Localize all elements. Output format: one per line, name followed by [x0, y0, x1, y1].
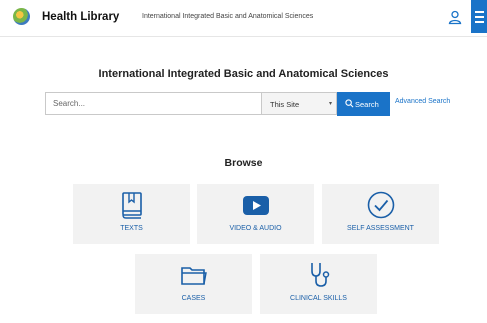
check-circle-icon: [367, 191, 395, 219]
folder-icon: [181, 267, 207, 285]
health-library-logo-icon[interactable]: [13, 8, 30, 25]
advanced-search-link[interactable]: Advanced Search: [395, 98, 450, 105]
browse-tile-cases[interactable]: CASES: [135, 254, 252, 314]
chevron-down-icon: ▾: [328, 101, 332, 107]
tile-label: CASES: [181, 295, 206, 302]
menu-bar: [475, 21, 484, 23]
user-icon[interactable]: [447, 9, 463, 25]
top-header: Health Library International Integrated …: [0, 0, 487, 37]
tile-label: VIDEO & AUDIO: [229, 225, 282, 232]
menu-bar: [475, 11, 484, 13]
search-scope-value: This Site: [270, 100, 300, 109]
stethoscope-icon: [311, 263, 330, 287]
tile-label: CLINICAL SKILLS: [290, 295, 347, 302]
search-icon: [345, 99, 354, 108]
browse-heading: Browse: [224, 157, 263, 169]
browse-tile-video-audio[interactable]: VIDEO & AUDIO: [197, 184, 314, 244]
play-icon: [243, 196, 269, 215]
book-icon: [122, 192, 142, 219]
search-scope-select[interactable]: This Site ▾: [261, 92, 337, 115]
brand-title[interactable]: Health Library: [42, 11, 119, 23]
browse-tile-clinical-skills[interactable]: CLINICAL SKILLS: [260, 254, 377, 314]
search-button[interactable]: Search: [337, 92, 390, 116]
search-input[interactable]: [45, 92, 261, 115]
site-subtitle: International Integrated Basic and Anato…: [142, 13, 314, 20]
tile-label: SELF ASSESSMENT: [347, 225, 414, 232]
browse-tile-self-assessment[interactable]: SELF ASSESSMENT: [322, 184, 439, 244]
tile-label: TEXTS: [120, 225, 143, 232]
search-button-label: Search: [355, 100, 379, 109]
menu-bar: [475, 16, 484, 18]
browse-tile-texts[interactable]: TEXTS: [73, 184, 190, 244]
page-title: International Integrated Basic and Anato…: [98, 68, 389, 80]
menu-button[interactable]: [471, 0, 487, 33]
